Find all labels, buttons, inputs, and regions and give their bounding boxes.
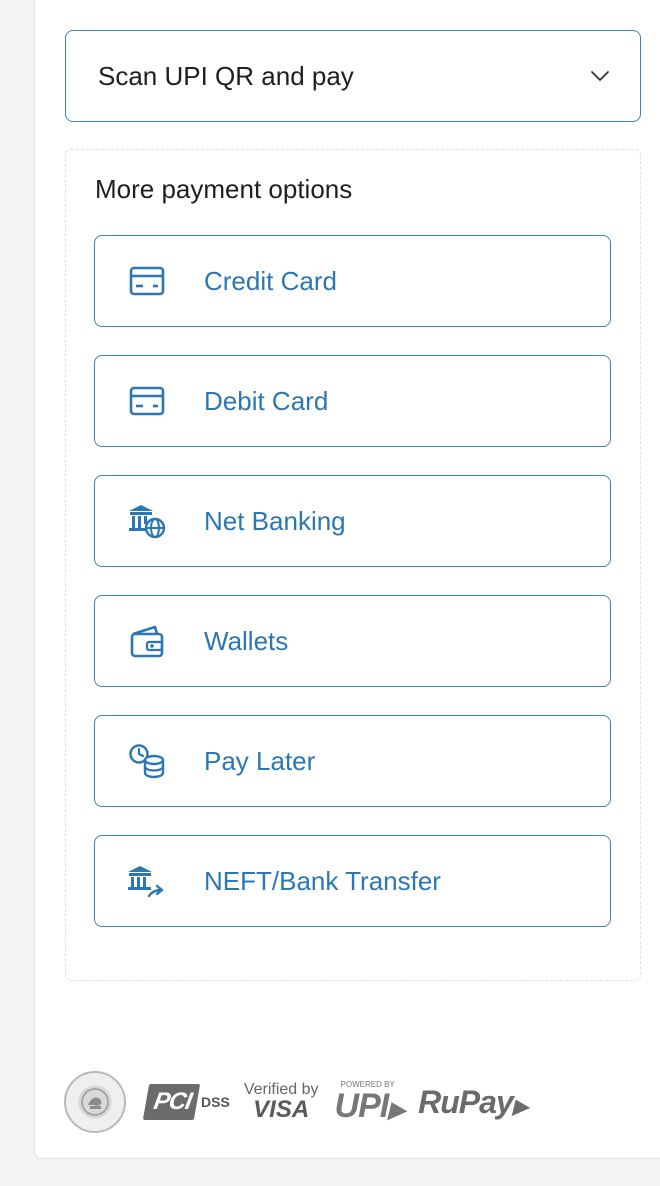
wallet-icon — [127, 621, 167, 661]
scan-upi-qr-dropdown[interactable]: Scan UPI QR and pay — [65, 30, 641, 122]
pay-later-icon — [127, 741, 167, 781]
upi-text: UPI — [334, 1087, 390, 1125]
more-payment-options-title: More payment options — [95, 174, 353, 204]
upi-logo: UPI▶ — [334, 1087, 406, 1125]
scan-upi-qr-label: Scan UPI QR and pay — [98, 60, 354, 91]
dss-label: DSS — [201, 1095, 230, 1109]
option-credit-card[interactable]: Credit Card — [94, 235, 611, 327]
net-banking-icon — [127, 501, 167, 541]
option-label: Credit Card — [204, 265, 337, 296]
rupay-text: RuPay — [418, 1083, 514, 1120]
rbi-seal-icon — [64, 1071, 126, 1133]
trust-badges: PCI DSS Verified by VISA POWERED BY UPI▶… — [64, 1070, 528, 1134]
pci-dss-badge: PCI DSS — [142, 1084, 230, 1120]
visa-logo: VISA — [253, 1096, 310, 1123]
option-label: Pay Later — [204, 745, 316, 776]
option-label: Wallets — [204, 625, 289, 656]
option-label: Net Banking — [204, 505, 346, 536]
pci-logo: PCI — [142, 1084, 201, 1120]
upi-badge: POWERED BY UPI▶ — [334, 1081, 406, 1125]
option-pay-later[interactable]: Pay Later — [94, 715, 611, 807]
bank-transfer-icon — [127, 861, 167, 901]
option-net-banking[interactable]: Net Banking — [94, 475, 611, 567]
rupay-logo: RuPay▶ — [418, 1083, 528, 1120]
option-label: Debit Card — [204, 385, 329, 416]
debit-card-icon — [127, 381, 167, 421]
option-neft-bank-transfer[interactable]: NEFT/Bank Transfer — [94, 835, 611, 927]
option-debit-card[interactable]: Debit Card — [94, 355, 611, 447]
dss-text: DSS — [201, 1094, 230, 1110]
chevron-down-icon — [588, 64, 612, 88]
option-label: NEFT/Bank Transfer — [204, 865, 441, 896]
option-wallets[interactable]: Wallets — [94, 595, 611, 687]
credit-card-icon — [127, 261, 167, 301]
verified-by-visa-badge: Verified by VISA — [244, 1082, 319, 1122]
